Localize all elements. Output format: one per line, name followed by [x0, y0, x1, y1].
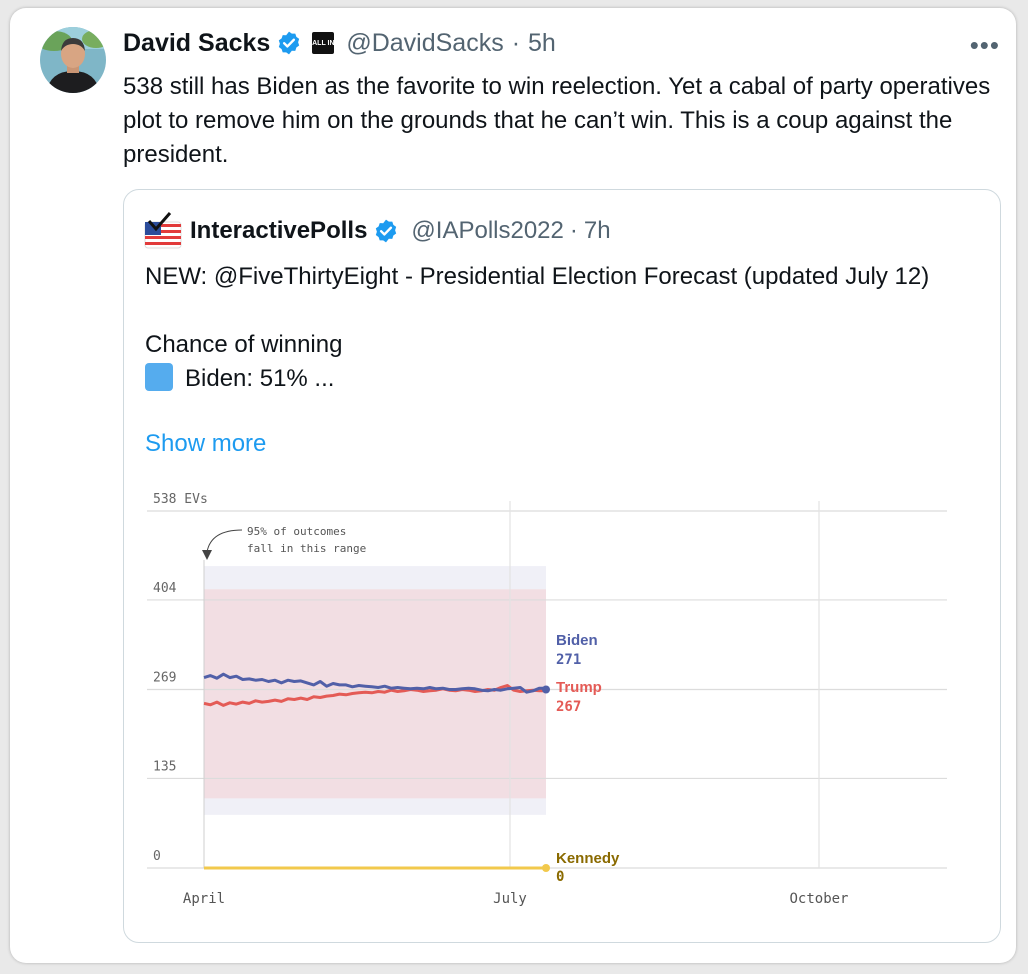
flag-check-icon [144, 212, 182, 249]
forecast-chart[interactable]: 0 135 269 404 538 EVs April July October 95% of … [139, 480, 979, 920]
y-tick-label: 135 [153, 759, 176, 774]
tweet-card[interactable]: David Sacks ALL IN @DavidSacks · 5h ••• … [10, 8, 1016, 963]
series-label-biden: Biden [556, 632, 598, 649]
quote-line-2: Chance of winning [145, 331, 343, 358]
annotation-arrowhead [202, 550, 212, 560]
blue-square-icon [145, 363, 173, 391]
author-handle[interactable]: @DavidSacks [346, 29, 503, 58]
quote-line-1: NEW: @FiveThirtyEight - Presidential Ele… [145, 263, 930, 290]
y-tick-label: 0 [153, 849, 161, 864]
tweet-text: 538 still has Biden as the favorite to w… [123, 73, 991, 168]
avatar[interactable] [40, 27, 106, 93]
verified-badge-icon [376, 219, 397, 243]
quote-line-3: Biden: 51% ... [185, 365, 335, 392]
series-label-trump: Trump [556, 679, 602, 696]
series-value-kennedy: 0 [556, 869, 564, 885]
annotation-text: 95% of outcomes [247, 525, 346, 538]
series-value-biden: 271 [556, 652, 581, 668]
series-label-kennedy: Kennedy [556, 850, 620, 867]
separator-dot: · [511, 28, 521, 57]
verified-badge-icon [279, 31, 300, 55]
quote-time[interactable]: 7h [584, 217, 611, 245]
annotation-text: fall in this range [247, 542, 366, 555]
y-tick-label: 269 [153, 671, 176, 686]
inner-range-band [204, 589, 546, 799]
annotation-arrow [206, 529, 243, 553]
quoted-tweet[interactable]: InteractivePolls @IAPolls2022 · 7h NEW: … [123, 189, 1001, 943]
y-tick-label: 538 EVs [153, 492, 208, 507]
x-tick-label: October [789, 891, 848, 907]
author-name[interactable]: David Sacks [123, 29, 270, 58]
series-value-trump: 267 [556, 699, 581, 715]
quote-author-handle[interactable]: @IAPolls2022 [411, 217, 563, 245]
more-dots-icon[interactable]: ••• [970, 30, 1000, 61]
affiliation-badge[interactable]: ALL IN [312, 32, 335, 54]
x-tick-label: July [493, 891, 527, 907]
separator-dot: · [569, 217, 578, 244]
end-marker [542, 685, 550, 694]
y-tick-label: 404 [153, 581, 177, 596]
tweet-time[interactable]: 5h [528, 29, 556, 58]
quote-author-name[interactable]: InteractivePolls [190, 217, 367, 245]
kennedy-end-marker [542, 864, 550, 872]
x-tick-label: April [183, 891, 225, 907]
show-more-link[interactable]: Show more [145, 430, 266, 458]
